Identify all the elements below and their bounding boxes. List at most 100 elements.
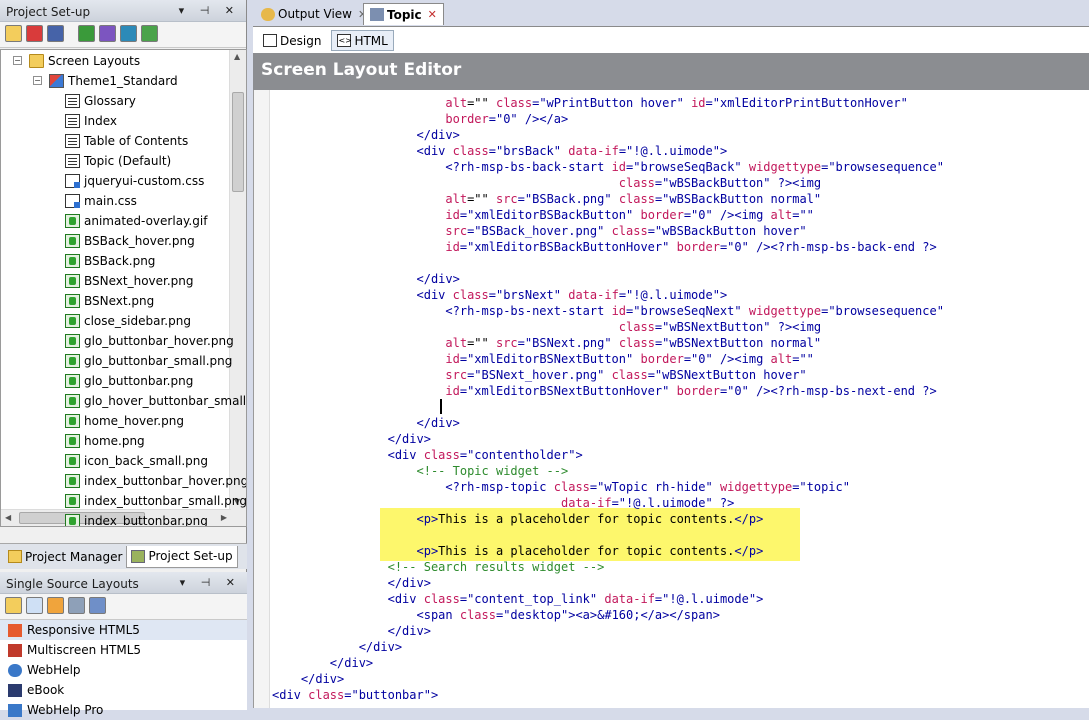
scroll-up-icon[interactable]: ▲ bbox=[234, 52, 240, 61]
add-style-icon[interactable] bbox=[120, 25, 137, 42]
collapse-toggle-icon[interactable]: − bbox=[33, 76, 42, 85]
tree-item[interactable]: home.png bbox=[65, 431, 145, 451]
code-line: <?rh-msp-bs-back-start id="browseSeqBack… bbox=[272, 159, 944, 175]
list-item[interactable]: Multiscreen HTML5 bbox=[0, 640, 247, 660]
scroll-right-icon[interactable]: ▶ bbox=[221, 513, 227, 522]
tab-topic[interactable]: Topic ✕ bbox=[363, 3, 444, 25]
scroll-thumb[interactable] bbox=[232, 92, 244, 192]
code-token: class bbox=[423, 448, 460, 462]
tree-item[interactable]: Index bbox=[65, 111, 117, 131]
tree-item[interactable]: Table of Contents bbox=[65, 131, 188, 151]
code-token: widgettype bbox=[748, 304, 822, 318]
tree-item-label: Index bbox=[84, 114, 118, 128]
tree-item[interactable]: glo_buttonbar_hover.png bbox=[65, 331, 234, 351]
tree-item[interactable]: Topic (Default) bbox=[65, 151, 171, 171]
tree-item[interactable]: index_buttonbar_hover.png bbox=[65, 471, 247, 491]
tree-item[interactable]: index_buttonbar.png bbox=[65, 511, 208, 526]
scroll-left-icon[interactable]: ◀ bbox=[5, 513, 11, 522]
code-token: src bbox=[495, 192, 518, 206]
design-button[interactable]: Design bbox=[257, 30, 327, 51]
code-line: </div> bbox=[272, 639, 402, 655]
tree-item[interactable]: glo_buttonbar.png bbox=[65, 371, 193, 391]
tab-project-manager[interactable]: Project Manager bbox=[4, 546, 126, 568]
tree-item[interactable]: glo_buttonbar_small.png bbox=[65, 351, 232, 371]
image-icon bbox=[65, 393, 80, 408]
code-token: </p> bbox=[734, 544, 764, 558]
tree-item[interactable]: main.css bbox=[65, 191, 137, 211]
tree-item[interactable]: glo_hover_buttonbar_small.pn bbox=[65, 391, 247, 411]
tree-item-label: Screen Layouts bbox=[48, 54, 141, 68]
html-button[interactable]: <> HTML bbox=[331, 30, 394, 51]
tree-item[interactable]: Screen Layouts bbox=[29, 51, 140, 71]
tree-item-label: glo_hover_buttonbar_small.pn bbox=[84, 394, 247, 408]
list-item[interactable]: Responsive HTML5 bbox=[0, 620, 247, 640]
code-line: </div> bbox=[272, 415, 459, 431]
generate-icon[interactable] bbox=[47, 597, 64, 614]
tree-item[interactable]: index_buttonbar_small.png bbox=[65, 491, 246, 511]
code-token: border bbox=[640, 352, 684, 366]
project-tree[interactable]: ▲ ▼ ◀ ▶ Screen Layouts − Theme1_Standard − G… bbox=[0, 49, 247, 527]
code-token: alt bbox=[445, 96, 468, 110]
list-item[interactable]: WebHelp Pro bbox=[0, 700, 247, 720]
view-icon[interactable] bbox=[68, 597, 85, 614]
code-token: ="" bbox=[467, 192, 496, 206]
tab-project-setup[interactable]: Project Set-up bbox=[126, 545, 238, 568]
window-icon[interactable] bbox=[47, 25, 64, 42]
code-token: id bbox=[691, 96, 706, 110]
code-token: <!-- Search results widget --> bbox=[272, 560, 605, 574]
tree-item[interactable]: close_sidebar.png bbox=[65, 311, 191, 331]
code-token: id bbox=[445, 240, 460, 254]
panel-controls[interactable]: ▾ ⊣ ✕ bbox=[180, 576, 241, 589]
image-icon bbox=[65, 333, 80, 348]
tree-item[interactable]: BSNext_hover.png bbox=[65, 271, 194, 291]
code-line: <!-- Search results widget --> bbox=[272, 559, 605, 575]
tree-item-label: index_buttonbar_hover.png bbox=[84, 474, 247, 488]
new-item-icon[interactable] bbox=[5, 25, 22, 42]
code-token: ="" bbox=[792, 208, 814, 222]
design-icon bbox=[263, 34, 277, 47]
tree-item[interactable]: icon_back_small.png bbox=[65, 451, 208, 471]
code-token: ="xmlEditorPrintButtonHover" bbox=[705, 96, 908, 110]
project-setup-toolbar bbox=[0, 22, 246, 48]
tree-item-label: glo_buttonbar_small.png bbox=[84, 354, 233, 368]
tree-item[interactable]: Theme1_Standard bbox=[49, 71, 178, 91]
add-theme-icon[interactable] bbox=[99, 25, 116, 42]
code-token: <div bbox=[272, 448, 424, 462]
code-editor[interactable]: alt="" class="wPrintButton hover" id="xm… bbox=[253, 90, 1089, 708]
list-item[interactable]: WebHelp bbox=[0, 660, 247, 680]
add-page-icon[interactable] bbox=[78, 25, 95, 42]
close-icon[interactable]: ✕ bbox=[428, 8, 437, 21]
new-layout-icon[interactable] bbox=[5, 597, 22, 614]
folder-icon bbox=[29, 53, 44, 68]
tab-output-view[interactable]: Output View✕ bbox=[255, 3, 373, 25]
code-line: src="BSNext_hover.png" class="wBSNextBut… bbox=[272, 367, 806, 383]
code-token: ="BSBack.png" bbox=[517, 192, 619, 206]
tree-item-label: icon_back_small.png bbox=[84, 454, 209, 468]
code-token: ="wBSNextButton normal" bbox=[654, 336, 822, 350]
tree-item[interactable]: BSBack.png bbox=[65, 251, 155, 271]
tree-item[interactable]: BSNext.png bbox=[65, 291, 154, 311]
collapse-toggle-icon[interactable]: − bbox=[13, 56, 22, 65]
panel-controls[interactable]: ▾ ⊣ ✕ bbox=[179, 4, 240, 17]
tree-item[interactable]: home_hover.png bbox=[65, 411, 184, 431]
code-token: ="wBSBackButton normal" bbox=[654, 192, 822, 206]
tree-item-label: jqueryui-custom.css bbox=[84, 174, 205, 188]
add-image-icon[interactable] bbox=[141, 25, 158, 42]
code-token: ="" bbox=[792, 352, 814, 366]
tree-item-label: BSBack_hover.png bbox=[84, 234, 195, 248]
bottom-tabs: Project Manager Project Set-up bbox=[0, 543, 247, 569]
tree-item[interactable]: animated-overlay.gif bbox=[65, 211, 207, 231]
tree-vertical-scrollbar[interactable]: ▲ ▼ bbox=[229, 50, 246, 526]
publish-icon[interactable] bbox=[89, 597, 106, 614]
properties-icon[interactable] bbox=[26, 597, 43, 614]
tree-item[interactable]: BSBack_hover.png bbox=[65, 231, 195, 251]
editor-title: Screen Layout Editor bbox=[253, 53, 1089, 90]
tree-item[interactable]: Glossary bbox=[65, 91, 136, 111]
list-item[interactable]: eBook bbox=[0, 680, 247, 700]
code-line: <div class="brsNext" data-if="!@.l.uimod… bbox=[272, 287, 727, 303]
tree-item[interactable]: jqueryui-custom.css bbox=[65, 171, 204, 191]
sync-icon[interactable] bbox=[26, 25, 43, 42]
code-token: </p> bbox=[734, 512, 764, 526]
